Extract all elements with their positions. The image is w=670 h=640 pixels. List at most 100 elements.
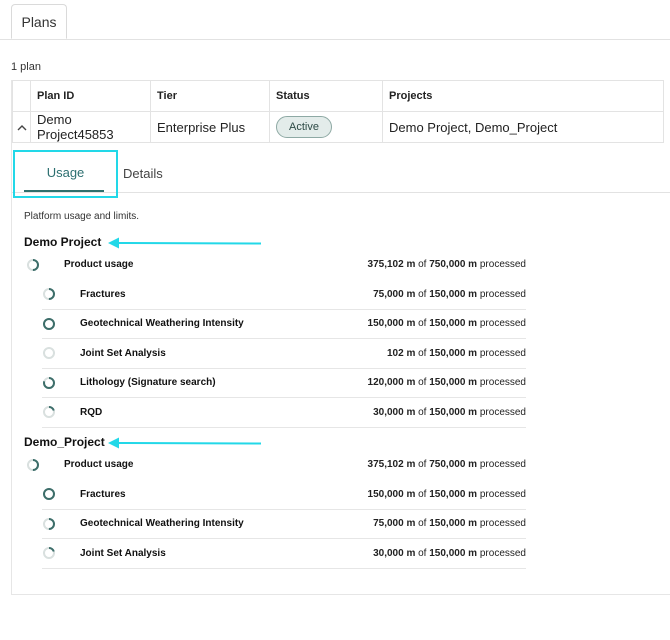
usage-amount: 102 m of 150,000 m processed [387, 348, 526, 359]
column-header-tier: Tier [150, 80, 270, 112]
usage-used: 102 m [386, 347, 416, 359]
usage-amount: 30,000 m of 150,000 m processed [373, 407, 526, 418]
active-tab-indicator [24, 190, 104, 192]
usage-item-name: RQD [80, 406, 103, 418]
plan-count: 1 plan [11, 61, 41, 73]
tab-plans[interactable]: Plans [11, 4, 67, 39]
top-tab-bar: Plans [0, 0, 670, 40]
usage-suffix: processed [479, 488, 526, 500]
usage-of: of [418, 318, 427, 329]
progress-ring-icon [43, 547, 55, 559]
progress-ring-icon [43, 288, 55, 300]
usage-used: 150,000 m [367, 318, 416, 329]
usage-suffix: processed [479, 459, 526, 470]
column-header-projects: Projects [382, 80, 664, 112]
status-badge: Active [276, 116, 332, 138]
project-title: Demo_Project [24, 435, 105, 449]
usage-item-name: Geotechnical Weathering Intensity [80, 518, 244, 529]
usage-item-name: Product usage [64, 459, 134, 470]
usage-row: Fractures 150,000 m of 150,000 m processe… [42, 480, 526, 510]
usage-limit: 150,000 m [429, 488, 478, 500]
usage-used: 75,000 m [373, 288, 416, 300]
tab-details[interactable]: Details [123, 166, 163, 181]
usage-row: Joint Set Analysis 30,000 m of 150,000 m … [42, 539, 526, 569]
usage-limit: 150,000 m [429, 377, 478, 388]
usage-of: of [418, 518, 427, 529]
chevron-up-icon [17, 124, 26, 130]
usage-limit: 150,000 m [429, 406, 478, 418]
usage-amount: 150,000 m of 150,000 m processed [368, 318, 526, 329]
progress-ring-icon [27, 258, 39, 271]
project-title: Demo Project [24, 235, 102, 249]
usage-suffix: processed [479, 377, 526, 388]
usage-row: Lithology (Signature search) 120,000 m of… [42, 368, 526, 398]
progress-ring-icon [43, 517, 55, 530]
usage-used: 30,000 m [373, 406, 416, 418]
usage-used: 375,102 m [367, 459, 416, 470]
usage-limit: 750,000 m [429, 259, 478, 270]
usage-limit: 150,000 m [429, 347, 478, 359]
usage-suffix: processed [479, 259, 526, 270]
tier-cell: Enterprise Plus [150, 111, 270, 143]
usage-item-name: Fractures [80, 288, 126, 300]
progress-ring-icon [43, 488, 55, 500]
expand-toggle[interactable] [12, 111, 31, 143]
usage-of: of [418, 377, 427, 388]
usage-limit: 150,000 m [429, 318, 478, 329]
progress-ring-icon [43, 406, 55, 418]
usage-amount: 150,000 m of 150,000 m processed [368, 489, 526, 500]
usage-item-name: Fractures [80, 488, 126, 500]
usage-row: Fractures 75,000 m of 150,000 m processed [42, 280, 526, 310]
usage-summary-row: Product usage 375,102 m of 750,000 m proc… [26, 250, 526, 279]
usage-suffix: processed [479, 347, 526, 359]
projects-cell: Demo Project, Demo_Project [382, 111, 664, 143]
usage-limit: 750,000 m [429, 459, 478, 470]
usage-row: RQD 30,000 m of 150,000 m processed [42, 398, 526, 428]
usage-item-name: Joint Set Analysis [80, 547, 166, 559]
usage-item-name: Product usage [64, 259, 134, 270]
usage-used: 75,000 m [373, 518, 416, 529]
usage-used: 30,000 m [373, 547, 416, 559]
usage-amount: 120,000 m of 150,000 m processed [368, 377, 526, 388]
table-header-row: Plan ID Tier Status Projects [12, 80, 664, 112]
plan-id-cell: Demo Project45853 [30, 111, 151, 143]
usage-of: of [418, 488, 427, 500]
usage-suffix: processed [479, 318, 526, 329]
usage-item-name: Joint Set Analysis [80, 347, 166, 359]
usage-amount: 75,000 m of 150,000 m processed [373, 289, 526, 300]
usage-of: of [418, 259, 427, 270]
tab-usage-label: Usage [46, 165, 85, 180]
arrow-left-icon [108, 437, 262, 449]
usage-item-name: Geotechnical Weathering Intensity [80, 318, 244, 329]
progress-ring-icon [43, 376, 55, 389]
usage-amount: 30,000 m of 150,000 m processed [373, 548, 526, 559]
usage-used: 375,102 m [367, 259, 416, 270]
usage-suffix: processed [479, 547, 526, 559]
usage-amount: 75,000 m of 150,000 m processed [373, 518, 526, 529]
usage-amount: 375,102 m of 750,000 m processed [368, 259, 526, 270]
usage-used: 150,000 m [367, 488, 416, 500]
plans-table: Plan ID Tier Status Projects Demo Projec… [12, 80, 664, 143]
tab-usage[interactable]: Usage [13, 150, 118, 198]
progress-ring-icon [27, 458, 39, 471]
usage-limit: 150,000 m [429, 518, 478, 529]
usage-suffix: processed [479, 288, 526, 300]
usage-summary-row: Product usage 375,102 m of 750,000 m proc… [26, 450, 526, 479]
table-row[interactable]: Demo Project45853 Enterprise Plus Active… [12, 111, 664, 143]
usage-row: Joint Set Analysis 102 m of 150,000 m pro… [42, 339, 526, 369]
expand-header [12, 80, 31, 112]
usage-of: of [418, 347, 427, 359]
usage-intro: Platform usage and limits. [24, 211, 140, 222]
usage-used: 120,000 m [367, 377, 416, 388]
scroll-fade [42, 572, 532, 592]
usage-of: of [418, 459, 427, 470]
usage-limit: 150,000 m [429, 288, 478, 300]
usage-limit: 150,000 m [429, 547, 478, 559]
usage-item-name: Lithology (Signature search) [80, 377, 216, 388]
column-header-plan-id: Plan ID [30, 80, 151, 112]
usage-suffix: processed [479, 518, 526, 529]
progress-ring-icon [43, 347, 55, 359]
detail-tab-bar: Usage Details [12, 150, 670, 198]
usage-of: of [418, 288, 427, 300]
usage-row: Geotechnical Weathering Intensity 150,000… [42, 309, 526, 339]
